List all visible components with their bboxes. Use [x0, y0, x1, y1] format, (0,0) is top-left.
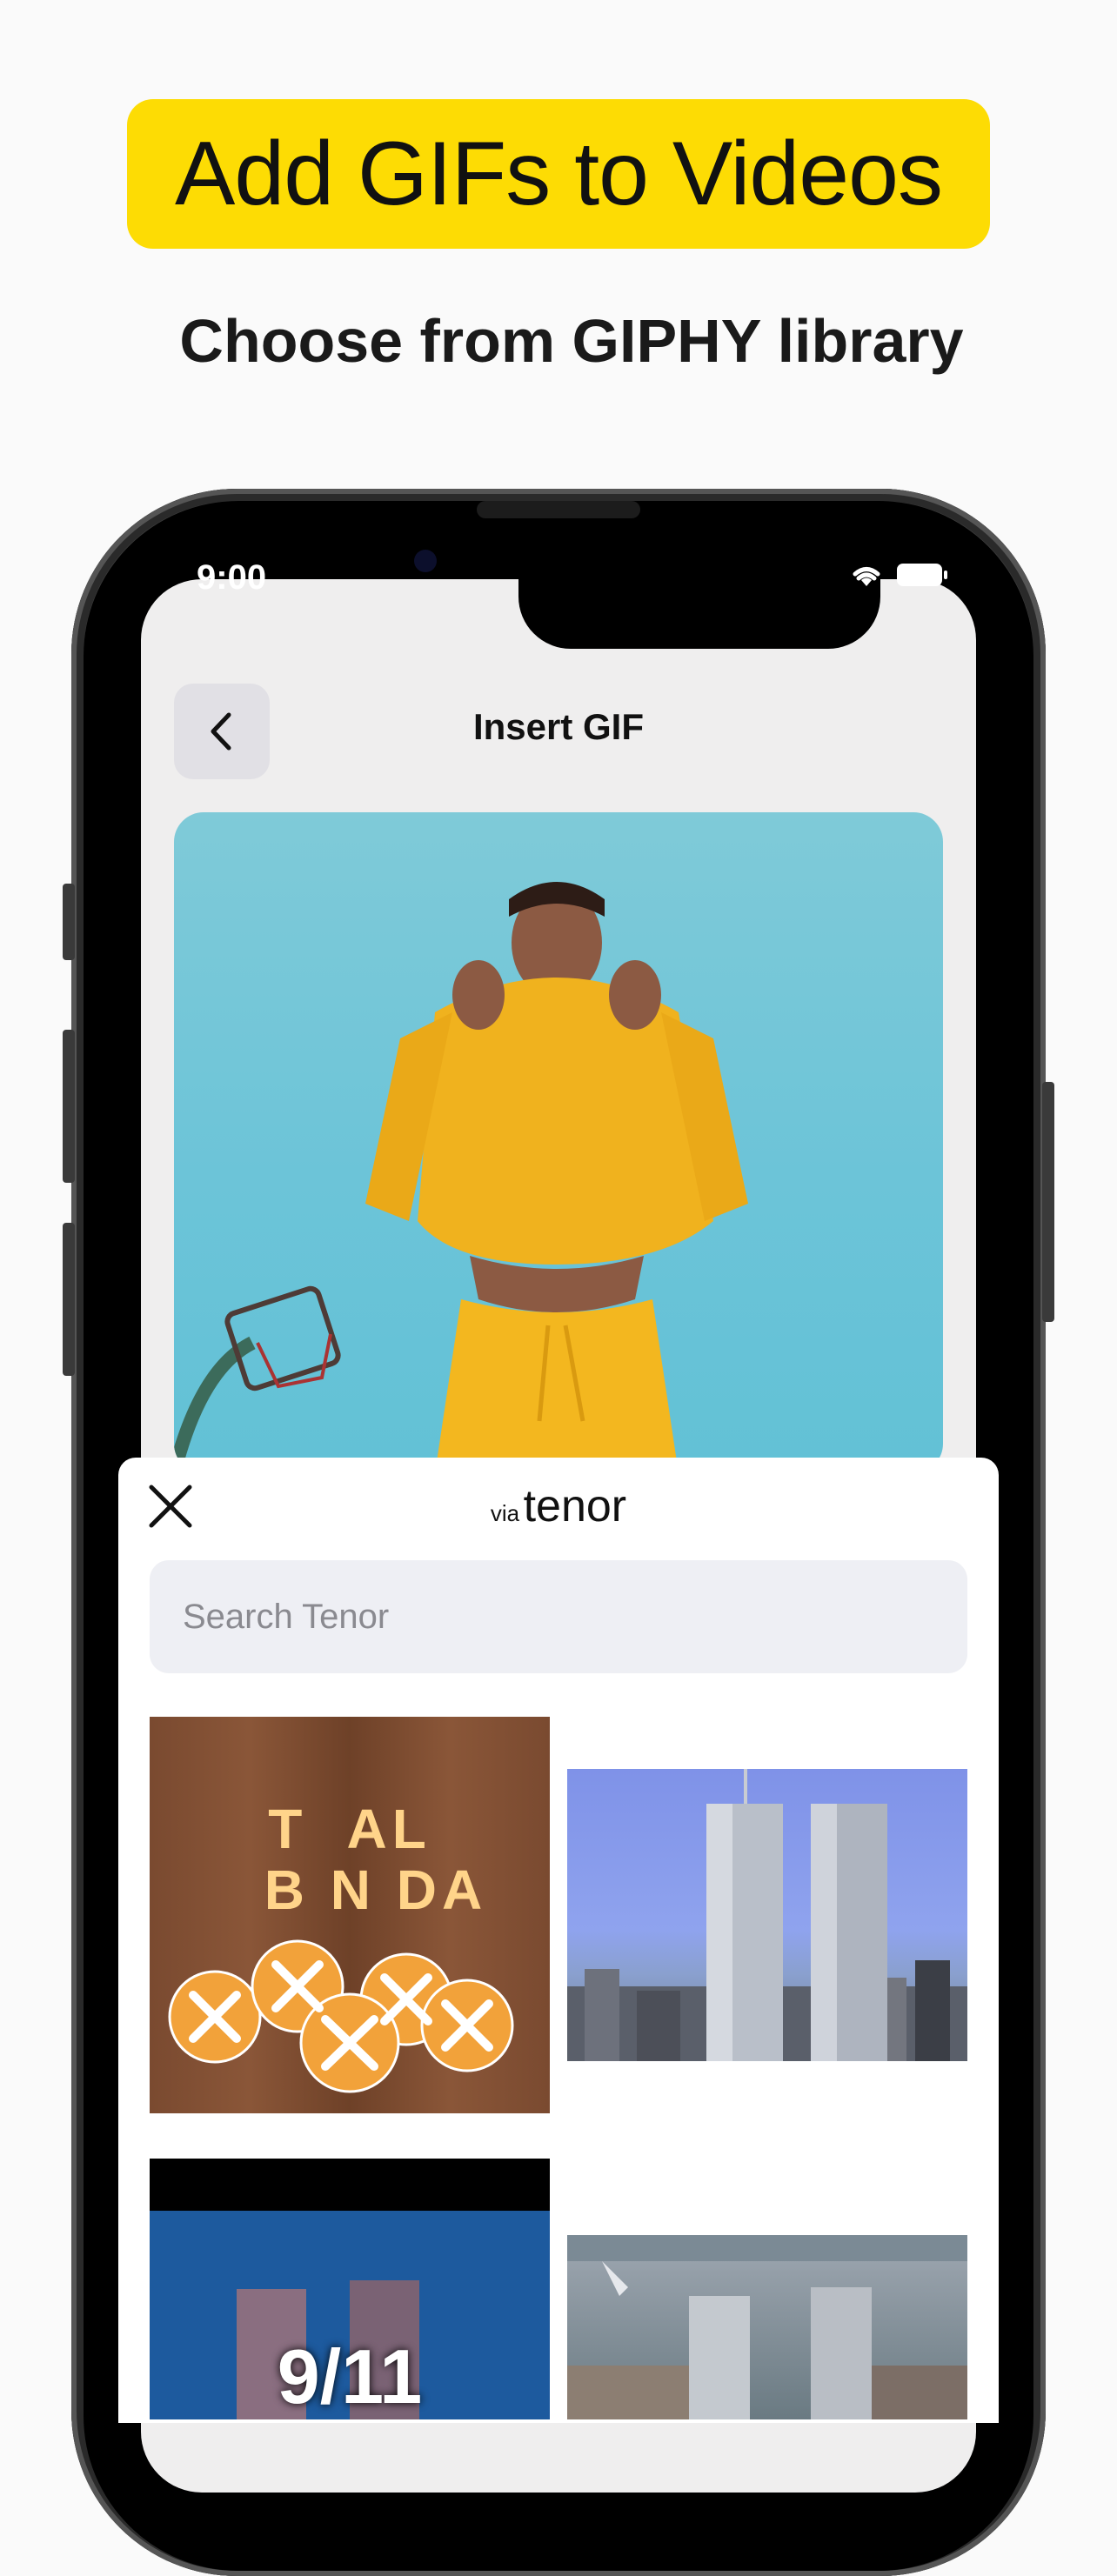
- via-label: via: [490, 1500, 520, 1526]
- gif-result-3[interactable]: 9/11: [150, 2159, 550, 2419]
- gif-result-4[interactable]: [567, 2235, 967, 2419]
- subheadline-text: Choose from GIPHY library: [179, 307, 964, 375]
- status-time: 9:00: [197, 558, 267, 597]
- front-camera: [414, 550, 437, 572]
- gif-result-2[interactable]: [567, 1769, 967, 2061]
- gif-1-caption-line1: T AL: [268, 1798, 431, 1860]
- video-preview: [174, 812, 943, 1473]
- preview-image: [174, 882, 748, 1473]
- page-title: Insert GIF: [472, 706, 645, 747]
- power-button: [1042, 1082, 1054, 1322]
- volume-up-button: [63, 1030, 75, 1183]
- headline-text: Add GIFs to Videos: [175, 123, 943, 224]
- wifi-icon: [853, 567, 880, 586]
- tenor-logo: tenor: [523, 1481, 627, 1532]
- volume-down-button: [63, 1223, 75, 1376]
- gif-2-image: [567, 1769, 967, 2061]
- notch: [518, 579, 880, 649]
- status-icons: [849, 562, 950, 588]
- battery-icon: [897, 564, 947, 586]
- mute-switch: [63, 884, 75, 960]
- gif-3-caption: 9/11: [277, 2333, 423, 2419]
- search-input[interactable]: [150, 1560, 967, 1673]
- gif-1-caption-line2: B N DA: [264, 1859, 488, 1921]
- gif-4-image: [567, 2235, 967, 2419]
- gif-result-1[interactable]: T AL B N DA: [150, 1717, 550, 2113]
- headline-banner: Add GIFs to Videos: [127, 99, 990, 249]
- speaker-grille: [477, 501, 640, 518]
- sheet-title: via tenor: [118, 1480, 999, 1532]
